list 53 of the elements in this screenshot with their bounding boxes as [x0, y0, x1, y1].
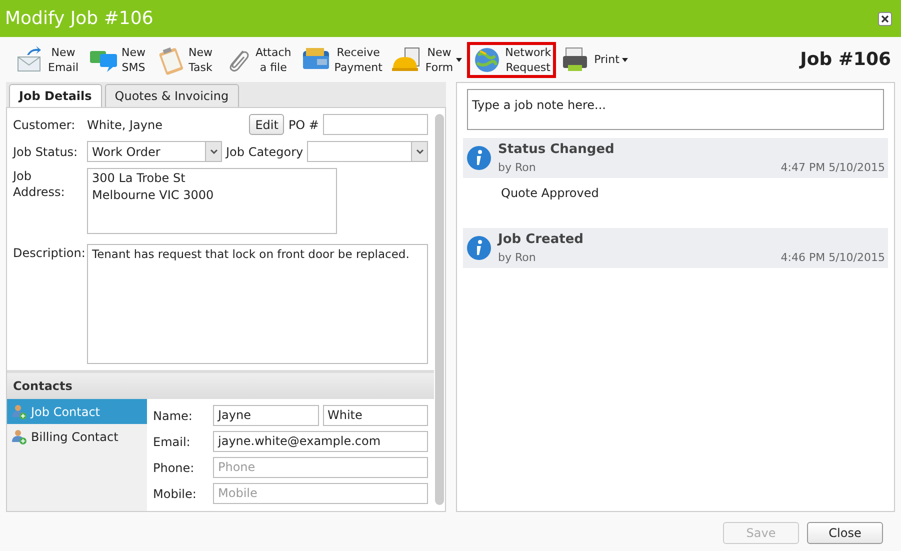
toolbar-button[interactable]: New Task [150, 42, 218, 78]
close-icon[interactable] [878, 12, 892, 26]
field-label: Description: [13, 245, 83, 262]
caret-icon [456, 58, 462, 62]
scrollbar[interactable] [435, 114, 444, 505]
category-dropdown[interactable] [307, 141, 428, 162]
chevron-icon [210, 149, 218, 154]
caret-icon [622, 58, 628, 62]
info-icon [466, 145, 492, 171]
author-label: by Ron [498, 250, 536, 266]
toolbar-button[interactable]: New Form [387, 42, 468, 78]
field-label: PO # [288, 116, 319, 134]
job-heading: Job #106 [800, 48, 891, 72]
field-label: Name: [153, 408, 194, 424]
tab[interactable]: Quotes & Invoicing [104, 84, 239, 107]
toolbar-button[interactable]: Print [556, 42, 634, 78]
input-field[interactable]: Jayne [213, 405, 318, 426]
window-title: Modify Job #106 [5, 7, 154, 31]
author-label: by Ron [498, 160, 536, 176]
customer-name: White, Jayne [87, 116, 164, 134]
description-field[interactable]: Tenant has request that lock on front door be replaced. [87, 244, 428, 364]
chevron-icon [416, 149, 424, 154]
field-label: Email: [153, 434, 192, 450]
info-icon [466, 235, 492, 261]
field-label: Phone: [153, 460, 196, 476]
timestamp: 4:47 PM 5/10/2015 [780, 160, 885, 176]
status-dropdown[interactable]: Work Order [87, 141, 222, 162]
contact-item[interactable]: Billing Contact [7, 424, 147, 449]
input-field[interactable]: White [322, 405, 428, 426]
edit-button[interactable]: Edit [249, 114, 284, 135]
field-label: Job Category [226, 144, 304, 160]
field-label: Customer: [13, 116, 76, 134]
input-field[interactable]: jayne.white@example.com [213, 431, 428, 452]
po-field[interactable] [323, 114, 428, 135]
toolbar-button[interactable]: New SMS [84, 42, 151, 78]
toolbar-button[interactable]: Attach a file [218, 42, 296, 78]
person-add-icon [11, 428, 27, 444]
dialog-button[interactable]: Close [807, 522, 883, 544]
field-label: Mobile: [153, 486, 198, 502]
field-label: Job Status: [13, 144, 79, 160]
toolbar-button[interactable]: New Email [10, 42, 84, 78]
toolbar-button[interactable]: Receive Payment [296, 42, 388, 78]
field-label: Job Address: [13, 168, 66, 201]
toolbar-button[interactable]: Network Request [467, 42, 556, 78]
activity-body: Quote Approved [500, 185, 600, 202]
activity-title: Status Changed [498, 141, 616, 159]
address-field[interactable]: 300 La Trobe St Melbourne VIC 3000 [87, 168, 337, 234]
contacts-header: Contacts [7, 373, 434, 399]
note-field[interactable]: Type a job note here... [467, 89, 884, 130]
person-add-icon [11, 404, 27, 420]
tab[interactable]: Job Details [9, 84, 102, 107]
activity-title: Job Created [498, 231, 584, 249]
timestamp: 4:46 PM 5/10/2015 [780, 250, 885, 266]
